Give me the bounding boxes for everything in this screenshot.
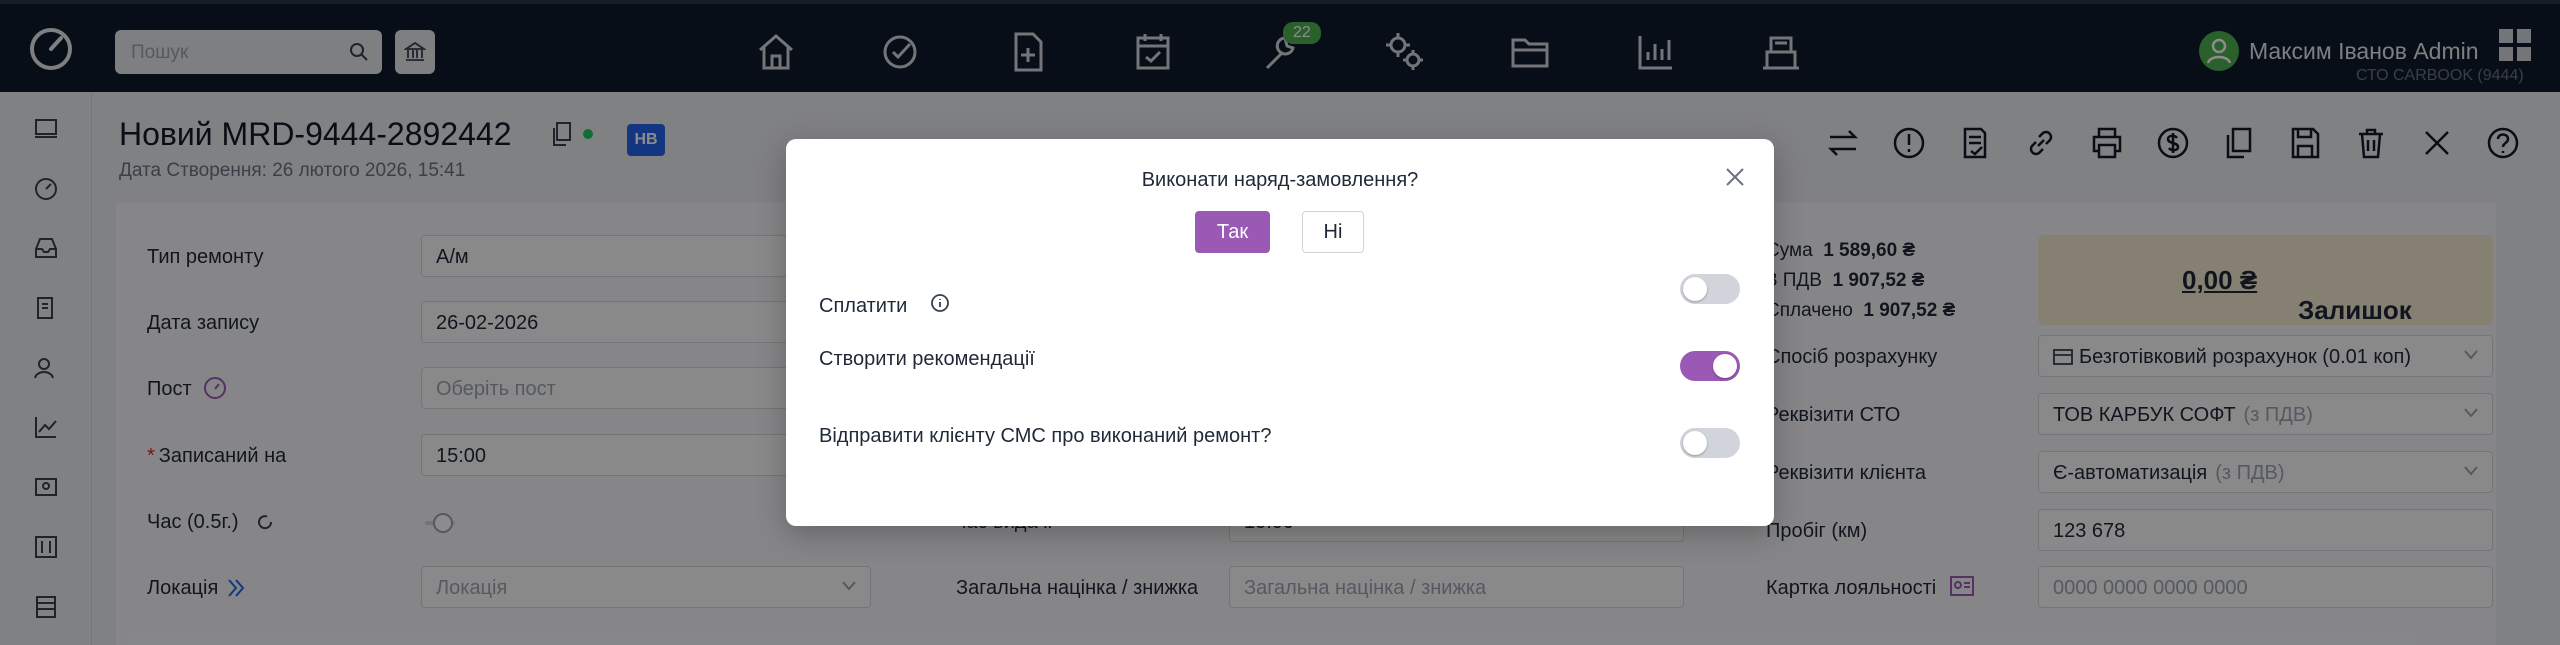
recommendations-toggle[interactable] — [1680, 351, 1740, 381]
toggle-knob — [1683, 431, 1707, 455]
dialog-title: Виконати наряд-замовлення? — [1141, 169, 1419, 191]
info-icon[interactable] — [930, 293, 950, 313]
toggle-knob — [1713, 354, 1737, 378]
sms-toggle[interactable] — [1680, 428, 1740, 458]
confirm-yes-button[interactable]: Так — [1195, 211, 1270, 253]
confirm-no-button[interactable]: Ні — [1302, 211, 1364, 253]
pay-toggle[interactable] — [1680, 274, 1740, 304]
dialog-close-icon[interactable] — [1723, 165, 1747, 189]
recommendations-option-label: Створити рекомендації — [819, 348, 1035, 370]
complete-order-dialog: Виконати наряд-замовлення? Так Ні Сплати… — [786, 139, 1774, 526]
toggle-knob — [1683, 277, 1707, 301]
pay-option-label: Сплатити — [819, 295, 908, 317]
sms-option-label: Відправити клієнту СМС про виконаний рем… — [819, 425, 1272, 447]
